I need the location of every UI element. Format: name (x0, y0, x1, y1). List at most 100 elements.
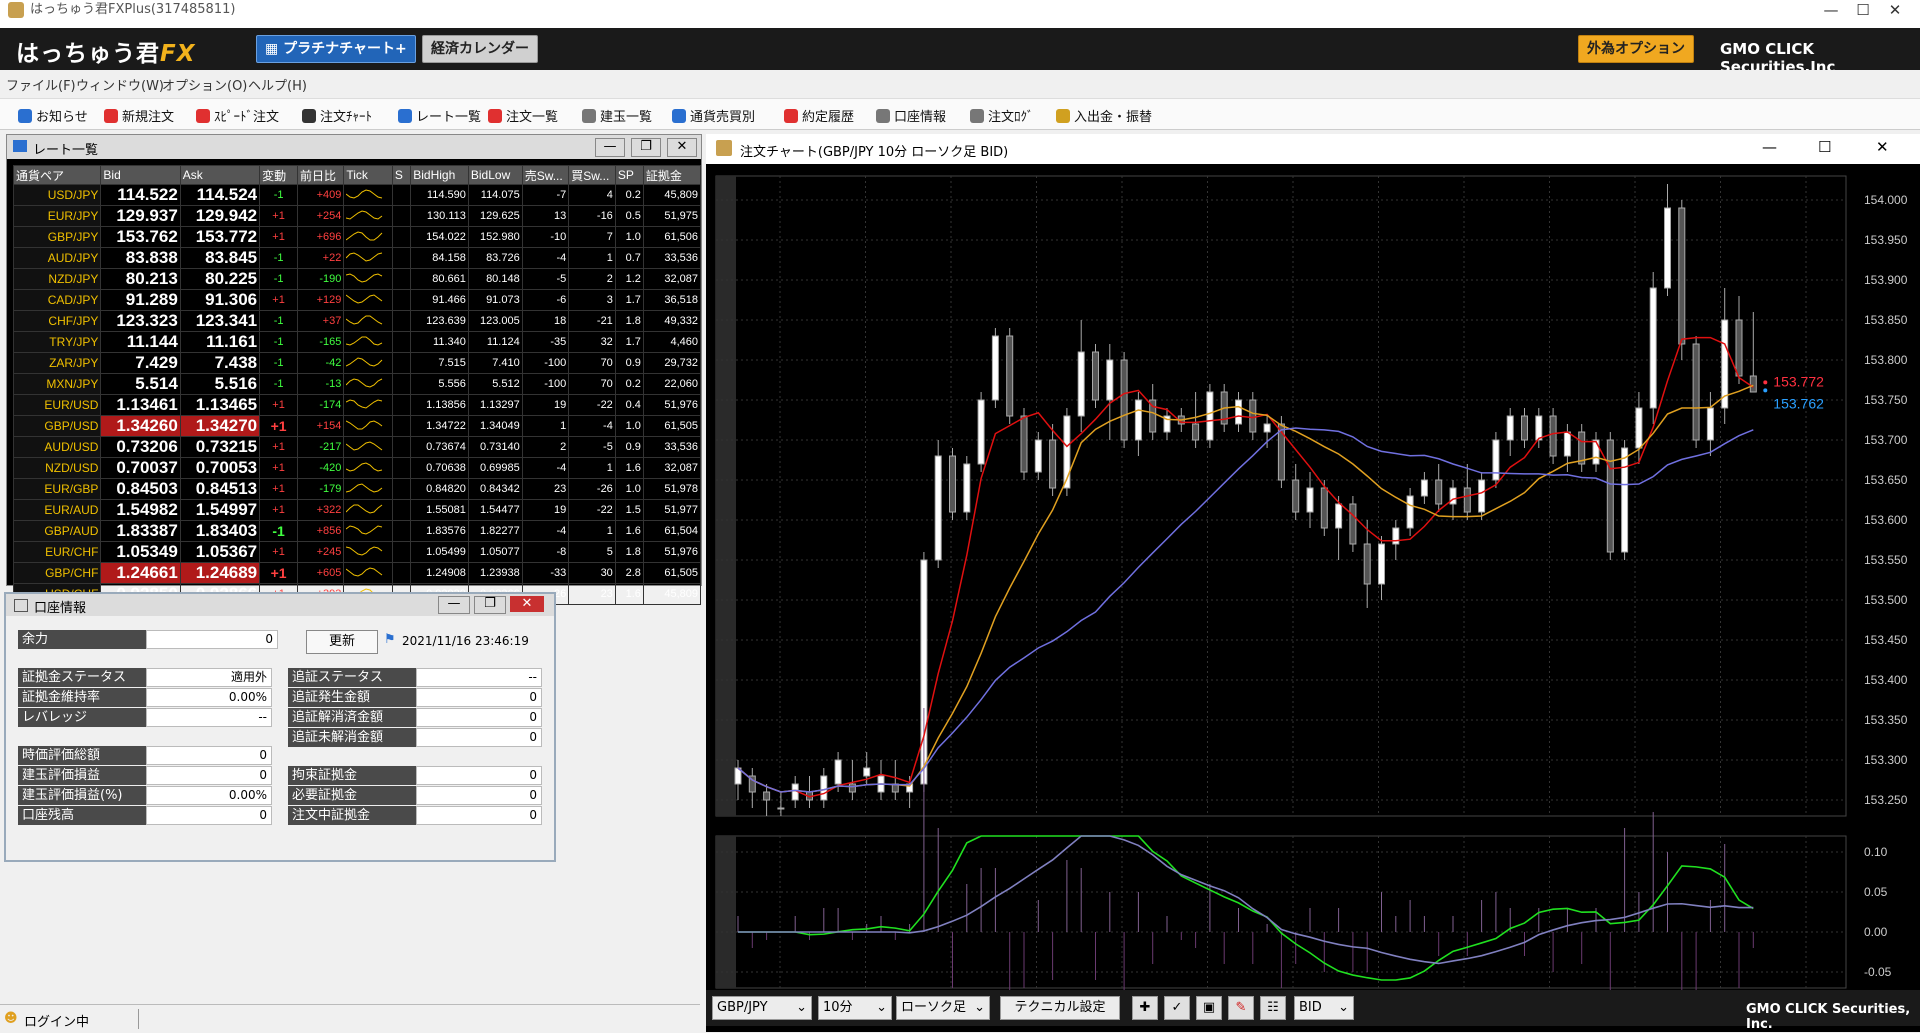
column-header[interactable]: 前日比 (297, 165, 345, 185)
account-minimize-button[interactable]: — (438, 596, 470, 614)
rate-row[interactable]: AUD/JPY 83.838 83.845 -1 +22 84.158 83.726 -4 1 0… (12, 247, 702, 269)
rate-row[interactable]: NZD/JPY 80.213 80.225 -1 -190 80.661 80.148 -5 2… (12, 268, 702, 290)
rate-row[interactable]: EUR/JPY 129.937 129.942 +1 +254 130.113 129.62… (12, 205, 702, 227)
ask-cell[interactable]: 91.306 (179, 289, 261, 311)
column-header[interactable]: BidLow (467, 165, 523, 185)
technical-settings-button[interactable]: テクニカル設定 (1000, 996, 1120, 1020)
toolbar-info-button[interactable]: お知らせ (18, 106, 88, 125)
rate-row[interactable]: AUD/USD 0.73206 0.73215 +1 -217 0.73674 0.7314… (12, 436, 702, 458)
bid-cell[interactable]: 0.73206 (100, 436, 181, 458)
side-select[interactable]: BID ⌄ (1294, 996, 1354, 1020)
column-header[interactable]: SP (614, 165, 644, 185)
ask-cell[interactable]: 1.34270 (179, 415, 261, 437)
chart-minimize-button[interactable]: — (1762, 138, 1777, 156)
bid-cell[interactable]: 123.323 (100, 310, 181, 332)
update-button[interactable]: 更新 (306, 630, 378, 654)
close-button[interactable]: ✕ (1872, 0, 1918, 22)
check-icon[interactable]: ✓ (1164, 996, 1190, 1020)
toolbar-order-list-button[interactable]: 注文一覧 (488, 106, 558, 125)
bid-cell[interactable]: 0.70037 (100, 457, 181, 479)
ask-cell[interactable]: 0.84513 (179, 478, 261, 500)
bid-cell[interactable]: 1.34260 (100, 415, 181, 437)
bid-cell[interactable]: 5.514 (100, 373, 181, 395)
rate-row[interactable]: GBP/JPY 153.762 153.772 +1 +696 154.022 152.98… (12, 226, 702, 248)
toolbar-deposit-button[interactable]: 入出金・振替 (1056, 106, 1152, 125)
rate-row[interactable]: GBP/AUD 1.83387 1.83403 -1 +856 1.83576 1.8227… (12, 520, 702, 542)
menu-option[interactable]: オプション(O) (162, 75, 247, 94)
period-select[interactable]: 10分 ⌄ (818, 996, 892, 1020)
bid-cell[interactable]: 7.429 (100, 352, 181, 374)
column-header[interactable]: Tick (343, 165, 393, 185)
bid-cell[interactable]: 1.05349 (100, 541, 181, 563)
ask-cell[interactable]: 123.341 (179, 310, 261, 332)
toolbar-speed-order-button[interactable]: ｽﾋﾟｰﾄﾞ注文 (196, 106, 279, 125)
bid-cell[interactable]: 153.762 (100, 226, 181, 248)
bid-cell[interactable]: 11.144 (100, 331, 181, 353)
ask-cell[interactable]: 1.54997 (179, 499, 261, 521)
menu-help[interactable]: ヘルプ(H) (248, 75, 307, 94)
rate-row[interactable]: MXN/JPY 5.514 5.516 -1 -13 5.556 5.512 -100 70 0.… (12, 373, 702, 395)
ask-cell[interactable]: 1.05367 (179, 541, 261, 563)
rate-row[interactable]: EUR/GBP 0.84503 0.84513 +1 -179 0.84820 0.8434… (12, 478, 702, 500)
rate-row[interactable]: EUR/USD 1.13461 1.13465 +1 -174 1.13856 1.1329… (12, 394, 702, 416)
ask-cell[interactable]: 114.524 (179, 184, 261, 206)
comment-icon[interactable]: ▣ (1196, 996, 1222, 1020)
toolbar-rate-list-button[interactable]: レート一覧 (398, 106, 481, 125)
chart-type-select[interactable]: ローソク足 ⌄ (896, 996, 990, 1020)
bid-cell[interactable]: 1.13461 (100, 394, 181, 416)
ask-cell[interactable]: 1.83403 (179, 520, 261, 542)
crosshair-icon[interactable]: ✚ (1132, 996, 1158, 1020)
rate-row[interactable]: USD/JPY 114.522 114.524 -1 +409 114.590 114.07… (12, 184, 702, 206)
bid-cell[interactable]: 91.289 (100, 289, 181, 311)
column-header[interactable]: 証拠金 (642, 165, 702, 185)
column-header[interactable]: 売Sw... (521, 165, 570, 185)
toolbar-position-list-button[interactable]: 建玉一覧 (582, 106, 652, 125)
toolbar-account-button[interactable]: 口座情報 (876, 106, 946, 125)
rate-row[interactable]: GBP/CHF 1.24661 1.24689 +1 +605 1.24908 1.2393… (12, 562, 702, 584)
account-restore-button[interactable]: ❐ (474, 596, 506, 614)
bid-cell[interactable]: 80.213 (100, 268, 181, 290)
rate-row[interactable]: EUR/CHF 1.05349 1.05367 +1 +245 1.05499 1.0507… (12, 541, 702, 563)
ask-cell[interactable]: 129.942 (179, 205, 261, 227)
rate-close-button[interactable]: ✕ (667, 138, 697, 157)
candlestick-chart[interactable]: 154.000 153.950 153.900 153.850 153.800 153.7… (706, 168, 1920, 1024)
rate-row[interactable]: TRY/JPY 11.144 11.161 -1 -165 11.340 11.124 -35… (12, 331, 702, 353)
rate-row[interactable]: CAD/JPY 91.289 91.306 +1 +129 91.466 91.073 -6 3… (12, 289, 702, 311)
column-header[interactable]: 買Sw... (568, 165, 616, 185)
rate-restore-button[interactable]: ❐ (631, 138, 661, 157)
bid-cell[interactable]: 1.83387 (100, 520, 181, 542)
bid-cell[interactable]: 1.24661 (100, 562, 181, 584)
ask-cell[interactable]: 0.73215 (179, 436, 261, 458)
toolbar-execution-history-button[interactable]: 約定履歴 (784, 106, 854, 125)
pen-icon[interactable]: ✎ (1228, 996, 1254, 1020)
ask-cell[interactable]: 5.516 (179, 373, 261, 395)
bid-cell[interactable]: 129.937 (100, 205, 181, 227)
toolbar-new-order-button[interactable]: 新規注文 (104, 106, 174, 125)
column-header[interactable]: S (391, 165, 412, 185)
toolbar-currency-button[interactable]: 通貨売買別 (672, 106, 755, 125)
ask-cell[interactable]: 83.845 (179, 247, 261, 269)
chart-maximize-button[interactable]: ☐ (1818, 138, 1831, 156)
rate-row[interactable]: GBP/USD 1.34260 1.34270 +1 +154 1.34722 1.3404… (12, 415, 702, 437)
rate-row[interactable]: NZD/USD 0.70037 0.70053 +1 -420 0.70638 0.6998… (12, 457, 702, 479)
column-header[interactable]: BidHigh (410, 165, 469, 185)
rate-row[interactable]: CHF/JPY 123.323 123.341 -1 +37 123.639 123.005… (12, 310, 702, 332)
fx-option-button[interactable]: 外為オプション (1578, 35, 1694, 63)
rate-row[interactable]: EUR/AUD 1.54982 1.54997 +1 +322 1.55081 1.5447… (12, 499, 702, 521)
rate-minimize-button[interactable]: — (595, 138, 625, 157)
menu-file[interactable]: ファイル(F) (6, 75, 76, 94)
pair-select[interactable]: GBP/JPY ⌄ (712, 996, 812, 1020)
ask-cell[interactable]: 1.24689 (179, 562, 261, 584)
column-header[interactable]: 通貨ペア (12, 165, 102, 185)
bid-cell[interactable]: 0.84503 (100, 478, 181, 500)
bid-cell[interactable]: 83.838 (100, 247, 181, 269)
ask-cell[interactable]: 0.70053 (179, 457, 261, 479)
ask-cell[interactable]: 7.438 (179, 352, 261, 374)
column-header[interactable]: Ask (179, 165, 261, 185)
column-header[interactable]: Bid (100, 165, 181, 185)
account-close-button[interactable]: ✕ (510, 596, 544, 612)
ask-cell[interactable]: 80.225 (179, 268, 261, 290)
column-header[interactable]: 変動 (259, 165, 299, 185)
rate-row[interactable]: ZAR/JPY 7.429 7.438 -1 -42 7.515 7.410 -100 70 0.… (12, 352, 702, 374)
toolbar-chart-button[interactable]: 注文ﾁｬｰﾄ (302, 106, 372, 125)
